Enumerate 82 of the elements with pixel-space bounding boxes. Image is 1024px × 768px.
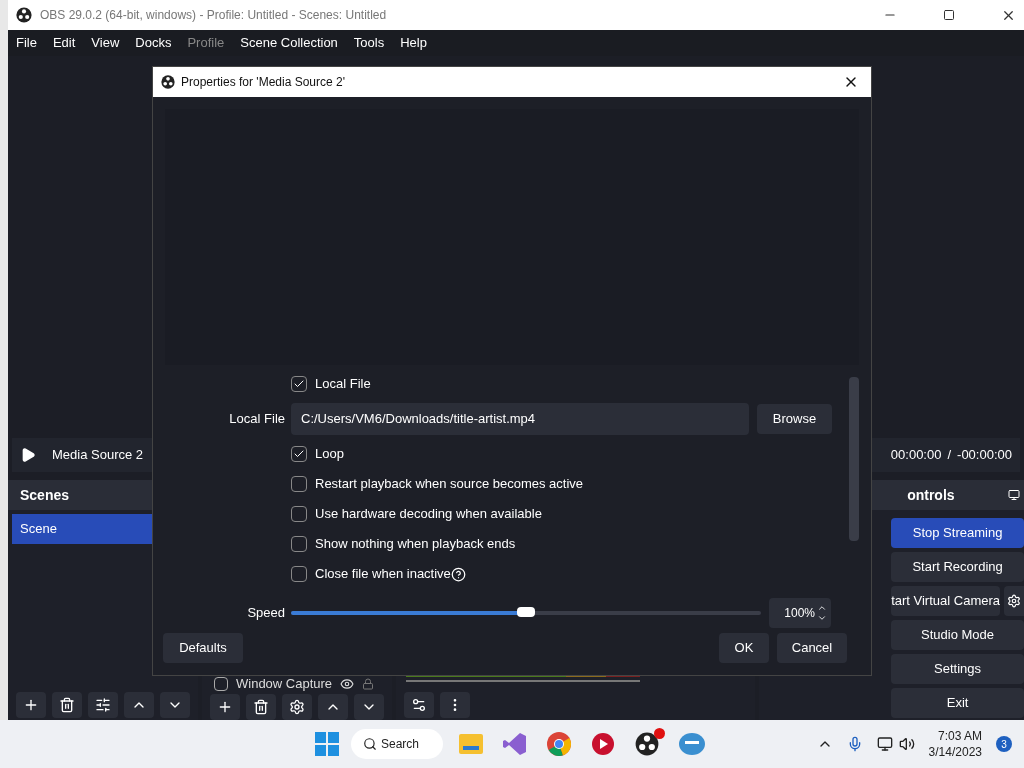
lock-icon[interactable]: [362, 678, 375, 690]
up-icon[interactable]: [318, 694, 348, 720]
property-label: Speed: [247, 604, 285, 623]
checkbox[interactable]: [291, 536, 307, 552]
maximize-icon[interactable]: [943, 9, 955, 21]
check-icon: [293, 448, 305, 460]
checkbox-label[interactable]: Show nothing when playback ends: [315, 534, 516, 554]
checkbox[interactable]: [291, 376, 307, 392]
down-icon[interactable]: [354, 694, 384, 720]
browse-button[interactable]: Browse: [757, 404, 832, 434]
checkbox-label[interactable]: Loop: [315, 444, 344, 464]
media-source-name: Media Source 2: [52, 446, 144, 465]
checkbox[interactable]: [291, 476, 307, 492]
source-checkbox[interactable]: [214, 677, 228, 691]
ok-button[interactable]: OK: [719, 633, 769, 663]
checkbox-label[interactable]: Close file when inactive: [315, 564, 451, 584]
filter-icon[interactable]: [88, 692, 118, 718]
eye-icon[interactable]: [340, 677, 355, 691]
property-label: Local File: [229, 410, 285, 429]
clock-date: 3/14/2023: [928, 744, 982, 760]
player-icon[interactable]: [591, 732, 615, 756]
control-button[interactable]: Stop Streaming: [891, 518, 1024, 548]
menu-item[interactable]: Docks: [135, 33, 172, 53]
file-path-field[interactable]: C:/Users/VM6/Downloads/title-artist.mp4: [291, 403, 749, 435]
menu-item[interactable]: Edit: [52, 33, 76, 53]
obs-icon: [635, 732, 659, 756]
trash-icon[interactable]: [246, 694, 276, 720]
help-icon[interactable]: [450, 566, 466, 582]
source-name[interactable]: Window Capture: [236, 674, 333, 694]
speed-spinbox[interactable]: 100%: [769, 598, 831, 628]
browser-icon[interactable]: [547, 732, 571, 756]
volume-icon[interactable]: [898, 736, 915, 752]
control-button[interactable]: tart Virtual Camera: [891, 586, 1000, 616]
control-button[interactable]: Settings: [891, 654, 1024, 684]
chat-app-icon[interactable]: [679, 733, 705, 755]
menu-item[interactable]: Tools: [353, 33, 385, 53]
panel-title: ontrols: [907, 485, 955, 505]
trash-icon[interactable]: [52, 692, 82, 718]
slider-handle[interactable]: [517, 607, 535, 617]
app-logo-icon: [161, 75, 175, 89]
search-label: Search: [381, 736, 420, 753]
menu-item[interactable]: Scene Collection: [240, 33, 338, 53]
search-icon: [363, 737, 377, 751]
add-icon[interactable]: [16, 692, 46, 718]
folder-icon[interactable]: [459, 734, 483, 754]
menu-item[interactable]: File: [16, 33, 37, 53]
add-icon[interactable]: [210, 694, 240, 720]
menu-item[interactable]: View: [91, 33, 120, 53]
play-icon[interactable]: [20, 447, 36, 463]
notification-count[interactable]: 3: [996, 736, 1012, 752]
control-button[interactable]: Studio Mode: [891, 620, 1024, 650]
clock-time: 7:03 AM: [937, 728, 982, 744]
start-icon[interactable]: [315, 732, 339, 756]
checkbox-label[interactable]: Restart playback when source becomes active: [315, 474, 584, 494]
time-separator: /: [947, 446, 952, 465]
panel-title: Scenes: [20, 485, 70, 505]
cancel-button[interactable]: Cancel: [777, 633, 847, 663]
up-icon[interactable]: [124, 692, 154, 718]
checkbox[interactable]: [291, 506, 307, 522]
checkbox[interactable]: [291, 566, 307, 582]
control-button[interactable]: Start Recording: [891, 552, 1024, 582]
increment-icon[interactable]: [817, 603, 827, 613]
more-icon[interactable]: [440, 692, 470, 718]
menu-item[interactable]: Help: [400, 33, 427, 53]
checkbox-label[interactable]: Use hardware decoding when available: [315, 504, 542, 524]
network-icon[interactable]: [876, 736, 893, 752]
down-icon[interactable]: [160, 692, 190, 718]
scrollbar[interactable]: [849, 377, 859, 541]
window-title: OBS 29.0.2 (64-bit, windows) - Profile: Untitled - Scenes: Untitled: [40, 7, 387, 24]
app-logo-icon: [16, 7, 32, 23]
search-field[interactable]: Search: [351, 729, 443, 759]
checkbox[interactable]: [291, 446, 307, 462]
media-remaining: -00:00:00: [957, 446, 1012, 465]
checkbox-label[interactable]: Local File: [315, 374, 371, 394]
app-icon[interactable]: [503, 732, 527, 756]
dialog-title: Properties for 'Media Source 2': [181, 74, 345, 91]
check-icon: [293, 378, 305, 390]
media-time: 00:00:00: [890, 446, 942, 465]
decrement-icon[interactable]: [817, 613, 827, 623]
control-button[interactable]: Exit: [891, 688, 1024, 718]
defaults-button[interactable]: Defaults: [163, 633, 243, 663]
undock-icon[interactable]: [1008, 489, 1020, 501]
